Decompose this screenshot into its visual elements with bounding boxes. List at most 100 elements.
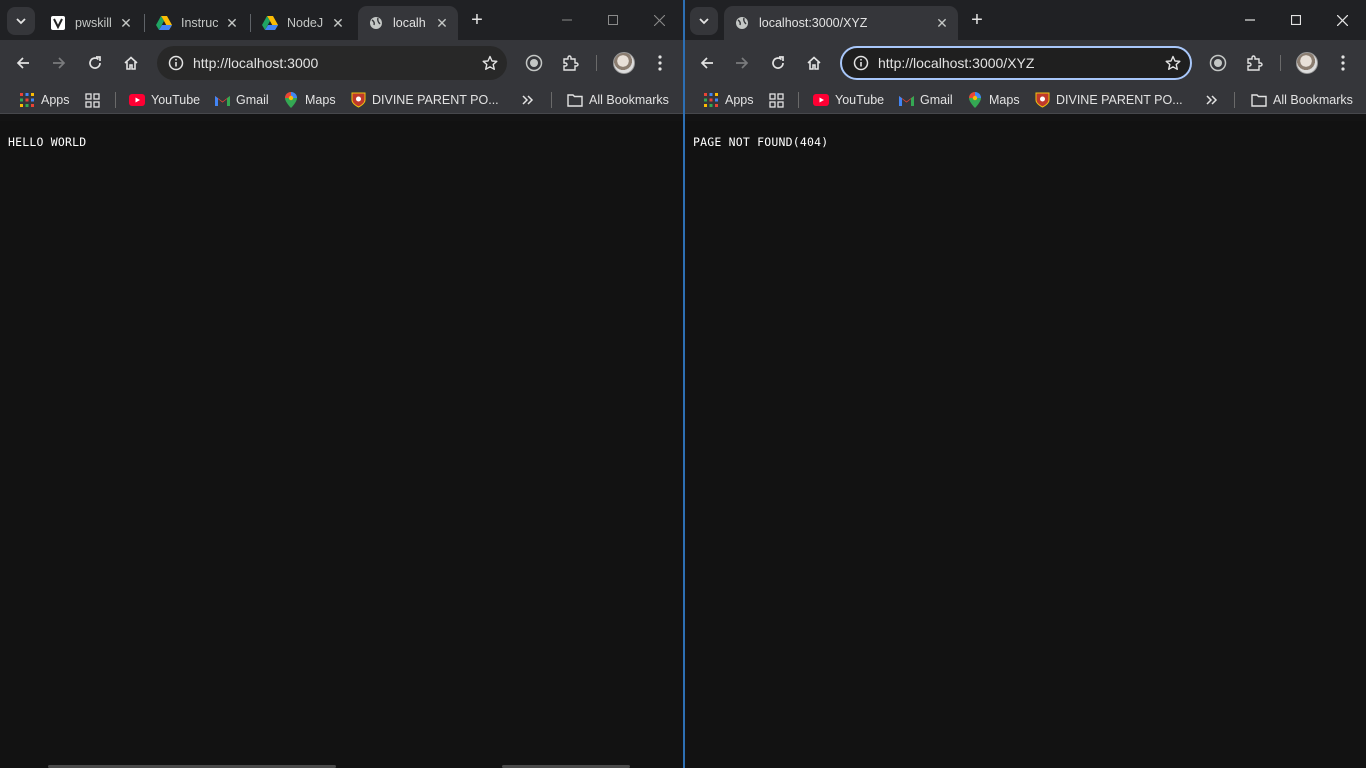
- close-icon[interactable]: ✕: [934, 15, 950, 31]
- bookmark-label: Gmail: [920, 93, 953, 107]
- home-button[interactable]: [117, 49, 145, 77]
- maps-pin-icon: [967, 92, 983, 108]
- close-icon[interactable]: ✕: [224, 15, 240, 31]
- puzzle-icon: [1247, 55, 1263, 71]
- tab-groups-icon: [84, 92, 100, 108]
- site-info-icon[interactable]: [844, 55, 878, 71]
- bookmark-divine-parent[interactable]: DIVINE PARENT PO...: [350, 86, 499, 114]
- youtube-icon: [129, 92, 145, 108]
- arrow-right-icon: [53, 57, 66, 69]
- new-tab-button[interactable]: +: [966, 9, 988, 31]
- bookmark-apps[interactable]: Apps: [703, 86, 754, 114]
- bookmark-all-bookmarks[interactable]: All Bookmarks: [1251, 86, 1353, 114]
- forward-button[interactable]: [728, 49, 756, 77]
- bookmarks-overflow-button[interactable]: [520, 86, 542, 114]
- maximize-icon: [608, 15, 618, 25]
- browser-window-left: pwskills ✕ Instruc ✕ NodeJ ✕ localh ✕: [0, 0, 683, 768]
- apps-grid-icon: [703, 92, 719, 108]
- extension-target-button[interactable]: [520, 49, 548, 77]
- bookmark-youtube[interactable]: YouTube: [129, 86, 200, 114]
- new-tab-button[interactable]: +: [466, 9, 488, 31]
- globe-icon: [734, 15, 750, 31]
- puzzle-icon: [563, 55, 579, 71]
- tab-instruc[interactable]: Instruc ✕: [146, 6, 248, 40]
- maps-pin-icon: [283, 92, 299, 108]
- bookmark-tab-groups[interactable]: [84, 86, 106, 114]
- extensions-button[interactable]: [1240, 49, 1268, 77]
- bookmark-divine-parent[interactable]: DIVINE PARENT PO...: [1034, 86, 1183, 114]
- toolbar: http://localhost:3000: [0, 40, 683, 86]
- page-body-text: HELLO WORLD: [8, 135, 87, 149]
- avatar[interactable]: [613, 52, 635, 74]
- bookmark-label: Gmail: [236, 93, 269, 107]
- page-content: HELLO WORLD: [0, 121, 683, 768]
- bookmark-star-icon[interactable]: [473, 55, 507, 71]
- pwskills-icon: [50, 15, 66, 31]
- bookmark-gmail[interactable]: Gmail: [898, 86, 953, 114]
- globe-icon: [368, 15, 384, 31]
- close-window-button[interactable]: [1319, 0, 1365, 40]
- more-vert-icon: [1341, 55, 1345, 71]
- close-window-button[interactable]: [636, 0, 682, 40]
- extension-target-button[interactable]: [1204, 49, 1232, 77]
- reload-button[interactable]: [81, 49, 109, 77]
- bookmark-label: Maps: [305, 93, 336, 107]
- menu-button[interactable]: [1329, 49, 1357, 77]
- maximize-icon: [1291, 15, 1301, 25]
- bookmark-label: Apps: [41, 93, 70, 107]
- tab-title: Instruc: [181, 16, 218, 30]
- tab-pwskills[interactable]: pwskills ✕: [40, 6, 142, 40]
- tab-localhost[interactable]: localh ✕: [358, 6, 458, 40]
- back-button[interactable]: [9, 49, 37, 77]
- tab-search-button[interactable]: [7, 7, 35, 35]
- bookmark-label: YouTube: [151, 93, 201, 107]
- extensions-button[interactable]: [556, 49, 584, 77]
- address-bar[interactable]: http://localhost:3000/XYZ: [840, 46, 1192, 80]
- avatar[interactable]: [1296, 52, 1318, 74]
- tab-search-button[interactable]: [690, 7, 718, 35]
- home-button[interactable]: [800, 49, 828, 77]
- toolbar-separator: [596, 55, 597, 71]
- minimize-button[interactable]: [1227, 0, 1273, 40]
- tab-nodej[interactable]: NodeJ ✕: [252, 6, 354, 40]
- bookmark-separator: [1234, 92, 1235, 108]
- bookmark-label: All Bookmarks: [1273, 93, 1353, 107]
- close-icon: [1336, 14, 1348, 26]
- forward-button[interactable]: [45, 49, 73, 77]
- arrow-left-icon: [16, 57, 29, 69]
- more-vert-icon: [658, 55, 662, 71]
- bookmark-separator: [551, 92, 552, 108]
- bookmark-label: Maps: [989, 93, 1020, 107]
- folder-icon: [567, 92, 583, 108]
- address-bar[interactable]: http://localhost:3000: [157, 46, 507, 80]
- tab-localhost-xyz[interactable]: localhost:3000/XYZ ✕: [724, 6, 958, 40]
- minimize-button[interactable]: [544, 0, 590, 40]
- bookmark-apps[interactable]: Apps: [19, 86, 70, 114]
- bookmark-maps[interactable]: Maps: [283, 86, 336, 114]
- close-icon[interactable]: ✕: [434, 15, 450, 31]
- bookmarks-bar: Apps YouTube Gmail Maps DIVINE PARENT PO…: [685, 86, 1366, 114]
- bookmark-label: DIVINE PARENT PO...: [1056, 93, 1183, 107]
- close-icon[interactable]: ✕: [118, 15, 134, 31]
- bookmark-all-bookmarks[interactable]: All Bookmarks: [567, 86, 669, 114]
- bookmarks-overflow-button[interactable]: [1204, 86, 1226, 114]
- bookmark-gmail[interactable]: Gmail: [214, 86, 269, 114]
- back-button[interactable]: [693, 49, 721, 77]
- tab-strip: pwskills ✕ Instruc ✕ NodeJ ✕ localh ✕: [0, 0, 683, 40]
- bookmark-label: DIVINE PARENT PO...: [372, 93, 499, 107]
- maximize-button[interactable]: [590, 0, 636, 40]
- page-content: PAGE NOT FOUND(404): [685, 121, 1366, 768]
- target-icon: [525, 54, 543, 72]
- bookmark-star-icon[interactable]: [1156, 55, 1190, 71]
- reload-button[interactable]: [764, 49, 792, 77]
- close-icon[interactable]: ✕: [330, 15, 346, 31]
- gmail-icon: [214, 92, 230, 108]
- tab-strip: localhost:3000/XYZ ✕ +: [685, 0, 1366, 40]
- bookmark-maps[interactable]: Maps: [967, 86, 1020, 114]
- site-info-icon[interactable]: [159, 55, 193, 71]
- menu-button[interactable]: [646, 49, 674, 77]
- bookmark-tab-groups[interactable]: [768, 86, 790, 114]
- bookmark-youtube[interactable]: YouTube: [813, 86, 884, 114]
- maximize-button[interactable]: [1273, 0, 1319, 40]
- chevron-down-icon: [16, 18, 26, 25]
